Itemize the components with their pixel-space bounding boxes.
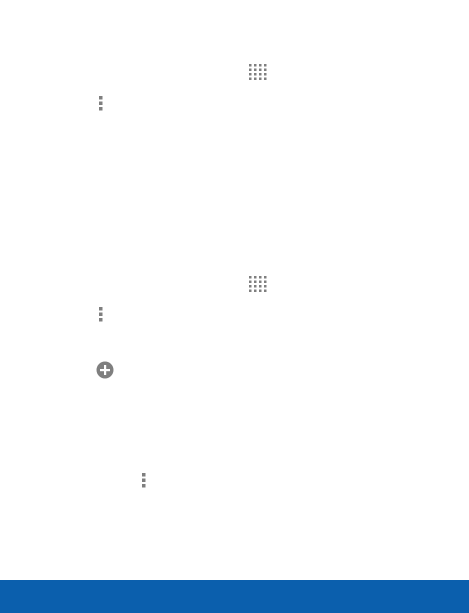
apps-grid-icon[interactable] bbox=[249, 276, 267, 292]
overflow-menu-icon[interactable] bbox=[140, 472, 148, 488]
footer-bar bbox=[0, 580, 469, 613]
overflow-menu-icon[interactable] bbox=[97, 306, 105, 322]
overflow-menu-icon[interactable] bbox=[97, 95, 105, 111]
add-circle-icon[interactable] bbox=[96, 361, 114, 379]
apps-grid-icon[interactable] bbox=[249, 64, 267, 80]
